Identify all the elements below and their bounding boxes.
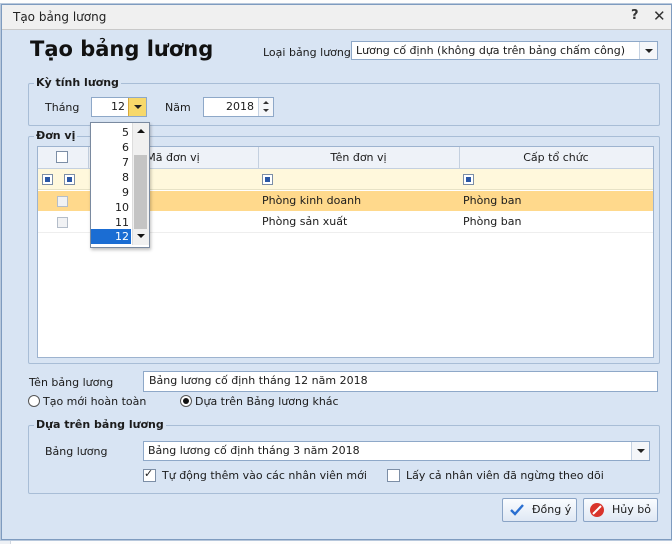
column-header-level[interactable]: Cấp tổ chức xyxy=(459,147,653,168)
row-level: Phòng ban xyxy=(463,194,522,207)
help-icon[interactable]: ? xyxy=(631,8,639,23)
based-on-group-title: Dựa trên bảng lương xyxy=(34,418,166,431)
month-option[interactable]: 9 xyxy=(91,185,131,200)
mode-new-label[interactable]: Tạo mới hoàn toàn xyxy=(43,395,146,408)
check-icon xyxy=(510,504,524,516)
month-option[interactable]: 8 xyxy=(91,170,131,185)
based-sheet-label: Bảng lương xyxy=(45,445,108,458)
spin-buttons[interactable] xyxy=(258,98,273,116)
year-stepper[interactable]: 2018 xyxy=(203,97,274,117)
year-value: 2018 xyxy=(226,100,254,113)
month-select[interactable]: 12 xyxy=(91,97,147,117)
filter-checkbox[interactable] xyxy=(262,174,273,185)
select-all-header xyxy=(38,147,89,168)
month-option[interactable]: 7 xyxy=(91,155,131,170)
sheet-name-value: Bảng lương cố định tháng 12 năm 2018 xyxy=(149,374,368,387)
row-checkbox[interactable] xyxy=(57,196,68,207)
title-bar[interactable]: Tạo bảng lương ? ✕ xyxy=(2,5,671,30)
year-label: Năm xyxy=(165,101,191,114)
include-inactive-label[interactable]: Lấy cả nhân viên đã ngừng theo dõi xyxy=(406,469,604,482)
scroll-thumb[interactable] xyxy=(134,155,147,229)
sheet-name-input[interactable]: Bảng lương cố định tháng 12 năm 2018 xyxy=(143,371,658,392)
auto-add-label[interactable]: Tự động thêm vào các nhân viên mới xyxy=(162,469,367,482)
month-dropdown-list[interactable]: 5 6 7 8 9 10 11 12 xyxy=(90,122,150,248)
column-header-name[interactable]: Tên đơn vị xyxy=(258,147,460,168)
row-name: Phòng sản xuất xyxy=(262,215,348,228)
ok-button-label: Đồng ý xyxy=(532,503,572,516)
chevron-down-icon[interactable] xyxy=(631,442,649,460)
auto-add-checkbox[interactable] xyxy=(143,467,156,482)
cancel-icon xyxy=(590,503,604,517)
include-inactive-checkbox[interactable] xyxy=(387,469,400,482)
row-name: Phòng kinh doanh xyxy=(262,194,362,207)
month-option[interactable]: 11 xyxy=(91,215,131,230)
mode-based-radio[interactable] xyxy=(180,395,192,407)
chevron-down-icon[interactable] xyxy=(128,98,146,116)
create-salary-dialog: Tạo bảng lương ? ✕ Tạo bảng lương Loại b… xyxy=(1,4,672,540)
spin-up-icon[interactable] xyxy=(263,101,269,104)
scroll-up-icon[interactable] xyxy=(137,129,145,133)
month-option[interactable]: 6 xyxy=(91,140,131,155)
ok-button[interactable]: Đồng ý xyxy=(502,498,577,522)
salary-type-label: Loại bảng lương xyxy=(263,46,351,59)
window-title: Tạo bảng lương xyxy=(13,10,107,24)
page-title: Tạo bảng lương xyxy=(30,37,214,61)
mode-new-radio[interactable] xyxy=(28,395,40,407)
dropdown-scrollbar[interactable] xyxy=(132,123,149,245)
salary-type-value: Lương cố định (không dựa trên bảng chấm … xyxy=(356,44,626,57)
filter-checkbox[interactable] xyxy=(42,174,53,185)
scroll-down-icon[interactable] xyxy=(137,234,145,238)
month-label: Tháng xyxy=(45,101,80,114)
units-group-title: Đơn vị xyxy=(34,129,78,142)
mode-based-label[interactable]: Dựa trên Bảng lương khác xyxy=(195,395,339,408)
row-checkbox[interactable] xyxy=(57,217,68,228)
select-all-checkbox[interactable] xyxy=(56,151,68,163)
close-icon[interactable]: ✕ xyxy=(653,7,666,25)
salary-type-select[interactable]: Lương cố định (không dựa trên bảng chấm … xyxy=(351,41,658,60)
month-option-selected[interactable]: 12 xyxy=(91,229,131,244)
month-option[interactable]: 5 xyxy=(91,125,131,140)
based-sheet-select[interactable]: Bảng lương cố định tháng 3 năm 2018 xyxy=(143,441,650,461)
period-group-title: Kỳ tính lương xyxy=(34,76,121,89)
chevron-down-icon[interactable] xyxy=(639,42,657,59)
spin-down-icon[interactable] xyxy=(263,109,269,112)
cancel-button-label: Hủy bỏ xyxy=(612,503,651,516)
filter-checkbox[interactable] xyxy=(64,174,75,185)
based-sheet-value: Bảng lương cố định tháng 3 năm 2018 xyxy=(148,444,360,457)
month-value: 12 xyxy=(111,100,125,113)
filter-checkbox[interactable] xyxy=(463,174,474,185)
row-level: Phòng ban xyxy=(463,215,522,228)
sheet-name-label: Tên bảng lương xyxy=(29,376,114,389)
month-option[interactable]: 10 xyxy=(91,200,131,215)
cancel-button[interactable]: Hủy bỏ xyxy=(583,498,658,522)
